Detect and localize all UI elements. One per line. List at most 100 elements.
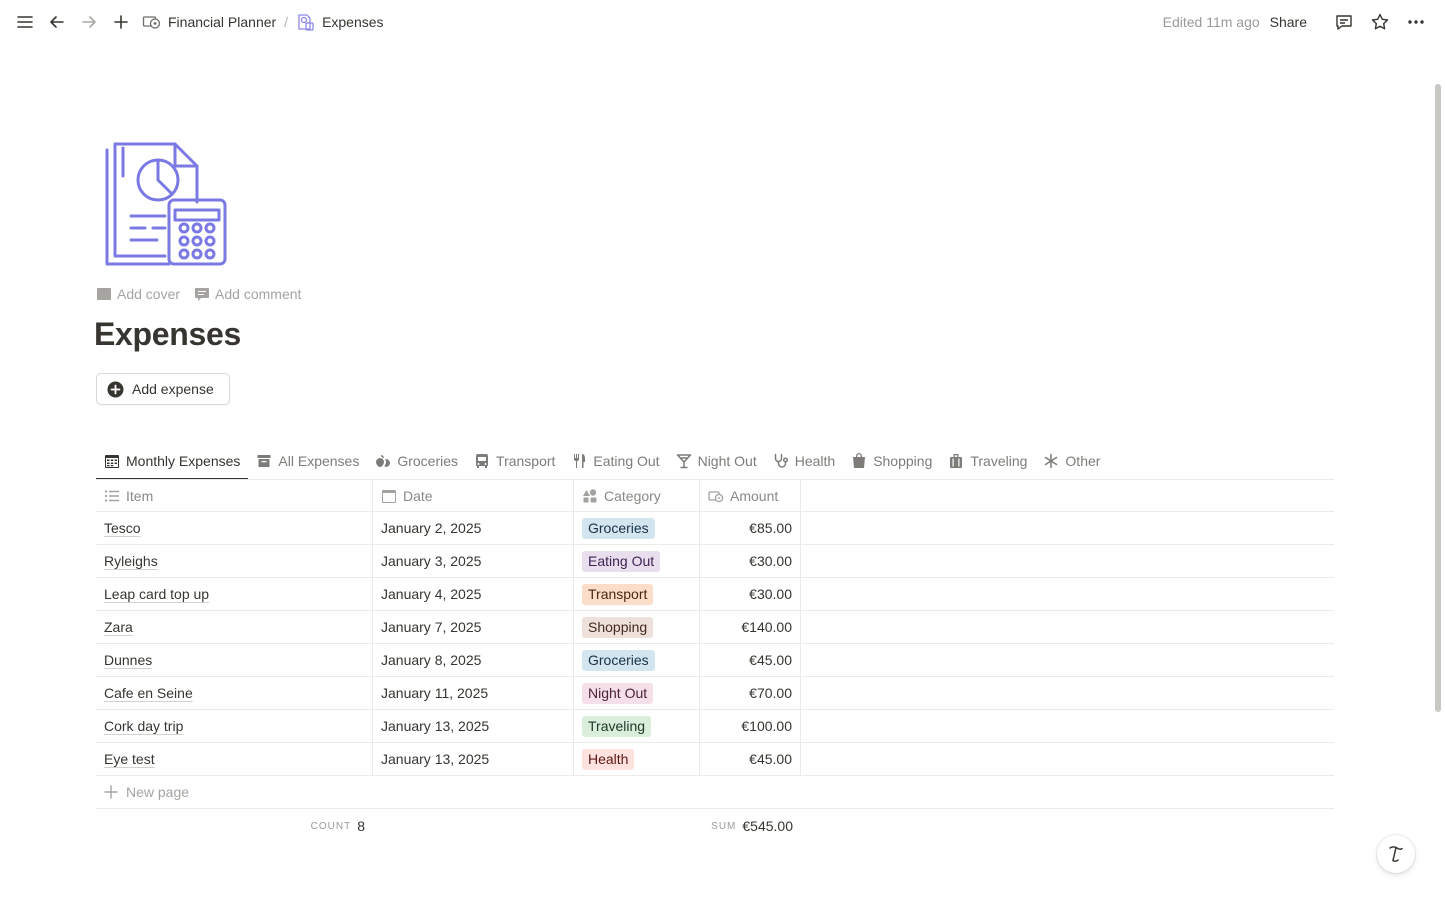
sum-summary[interactable]: SUM €545.00 <box>373 818 801 834</box>
date-cell[interactable]: January 13, 2025 <box>373 743 574 775</box>
more-options-icon[interactable] <box>1403 9 1429 35</box>
category-cell[interactable]: Eating Out <box>574 545 700 577</box>
category-cell[interactable]: Night Out <box>574 677 700 709</box>
archive-icon <box>257 455 271 467</box>
plus-icon[interactable] <box>108 9 134 35</box>
column-header-item[interactable]: Item <box>96 480 373 511</box>
table-row[interactable]: Dunnes January 8, 2025 Groceries €45.00 <box>96 644 1334 677</box>
column-header-date[interactable]: Date <box>373 480 574 511</box>
item-cell[interactable]: Cafe en Seine <box>96 677 373 709</box>
tab-groceries[interactable]: Groceries <box>367 443 466 479</box>
date-value: January 7, 2025 <box>381 619 482 635</box>
category-cell[interactable]: Groceries <box>574 512 700 544</box>
item-link[interactable]: Cafe en Seine <box>104 685 193 701</box>
item-link[interactable]: Cork day trip <box>104 718 183 734</box>
item-cell[interactable]: Leap card top up <box>96 578 373 610</box>
category-cell[interactable]: Shopping <box>574 611 700 643</box>
add-comment-label: Add comment <box>215 286 302 302</box>
column-header-category[interactable]: Category <box>574 480 700 511</box>
add-expense-label: Add expense <box>132 381 214 397</box>
item-link[interactable]: Leap card top up <box>104 586 209 602</box>
date-cell[interactable]: January 3, 2025 <box>373 545 574 577</box>
tab-traveling[interactable]: Traveling <box>940 443 1035 479</box>
table-row[interactable]: Eye test January 13, 2025 Health €45.00 <box>96 743 1334 776</box>
amount-cell[interactable]: €30.00 <box>700 545 801 577</box>
table-row[interactable]: Ryleighs January 3, 2025 Eating Out €30.00 <box>96 545 1334 578</box>
date-value: January 13, 2025 <box>381 718 490 734</box>
item-cell[interactable]: Dunnes <box>96 644 373 676</box>
tab-all-expenses[interactable]: All Expenses <box>248 443 367 479</box>
item-cell[interactable]: Ryleighs <box>96 545 373 577</box>
tab-health[interactable]: Health <box>765 443 843 479</box>
amount-value: €85.00 <box>749 520 792 536</box>
item-cell[interactable]: Eye test <box>96 743 373 775</box>
add-expense-button[interactable]: Add expense <box>96 373 230 405</box>
empty-cell <box>801 545 1334 577</box>
table-row[interactable]: Tesco January 2, 2025 Groceries €85.00 <box>96 512 1334 545</box>
category-cell[interactable]: Groceries <box>574 644 700 676</box>
page-title[interactable]: Expenses <box>94 316 241 353</box>
item-cell[interactable]: Cork day trip <box>96 710 373 742</box>
column-header-amount[interactable]: Amount <box>700 480 801 511</box>
item-cell[interactable]: Zara <box>96 611 373 643</box>
item-link[interactable]: Zara <box>104 619 133 635</box>
count-summary[interactable]: COUNT 8 <box>96 818 373 834</box>
amount-cell[interactable]: €140.00 <box>700 611 801 643</box>
category-cell[interactable]: Health <box>574 743 700 775</box>
date-cell[interactable]: January 11, 2025 <box>373 677 574 709</box>
table-row[interactable]: Cork day trip January 13, 2025 Traveling €1… <box>96 710 1334 743</box>
tab-transport[interactable]: Transport <box>466 443 563 479</box>
add-cover-button[interactable]: Add cover <box>96 286 180 302</box>
amount-cell[interactable]: €100.00 <box>700 710 801 742</box>
asterisk-icon <box>1045 453 1058 469</box>
breadcrumb-financial-planner[interactable]: Financial Planner <box>142 12 276 32</box>
amount-value: €30.00 <box>749 553 792 569</box>
back-arrow-icon[interactable] <box>44 9 70 35</box>
amount-cell[interactable]: €30.00 <box>700 578 801 610</box>
item-link[interactable]: Eye test <box>104 751 155 767</box>
tab-monthly-expenses[interactable]: Monthly Expenses <box>96 443 249 480</box>
amount-value: €140.00 <box>741 619 792 635</box>
date-cell[interactable]: January 7, 2025 <box>373 611 574 643</box>
forward-arrow-icon[interactable] <box>76 9 102 35</box>
amount-cell[interactable]: €85.00 <box>700 512 801 544</box>
item-link[interactable]: Dunnes <box>104 652 152 668</box>
tab-other[interactable]: Other <box>1035 443 1108 479</box>
scrollbar[interactable] <box>1435 84 1441 712</box>
new-page-button[interactable]: New page <box>96 776 1334 809</box>
comments-icon[interactable] <box>1331 9 1357 35</box>
breadcrumb-expenses[interactable]: Expenses <box>296 12 384 32</box>
item-link[interactable]: Ryleighs <box>104 553 158 569</box>
item-link[interactable]: Tesco <box>104 520 141 536</box>
tab-label: Night Out <box>697 453 757 469</box>
item-cell[interactable]: Tesco <box>96 512 373 544</box>
share-button[interactable]: Share <box>1270 14 1307 30</box>
amount-cell[interactable]: €45.00 <box>700 644 801 676</box>
star-icon[interactable] <box>1367 9 1393 35</box>
date-cell[interactable]: January 4, 2025 <box>373 578 574 610</box>
plus-icon <box>104 785 118 799</box>
suitcase-icon <box>950 454 963 468</box>
table-row[interactable]: Zara January 7, 2025 Shopping €140.00 <box>96 611 1334 644</box>
category-cell[interactable]: Transport <box>574 578 700 610</box>
amount-cell[interactable]: €70.00 <box>700 677 801 709</box>
tab-eating-out[interactable]: Eating Out <box>563 443 667 479</box>
tab-label: Groceries <box>397 453 459 469</box>
category-cell[interactable]: Traveling <box>574 710 700 742</box>
category-tag: Shopping <box>582 616 654 638</box>
add-comment-button[interactable]: Add comment <box>194 286 301 302</box>
date-cell[interactable]: January 8, 2025 <box>373 644 574 676</box>
help-button[interactable] <box>1377 835 1415 873</box>
tab-shopping[interactable]: Shopping <box>843 443 940 479</box>
report-calculator-icon[interactable] <box>103 140 229 268</box>
table-row[interactable]: Cafe en Seine January 11, 2025 Night Out €7… <box>96 677 1334 710</box>
breadcrumb-label: Financial Planner <box>168 14 277 30</box>
table-row[interactable]: Leap card top up January 4, 2025 Transport… <box>96 578 1334 611</box>
amount-cell[interactable]: €45.00 <box>700 743 801 775</box>
category-tag: Eating Out <box>582 550 661 572</box>
view-tabs: Monthly Expenses All Expenses Groceries … <box>96 443 1108 480</box>
date-cell[interactable]: January 13, 2025 <box>373 710 574 742</box>
date-cell[interactable]: January 2, 2025 <box>373 512 574 544</box>
tab-night-out[interactable]: Night Out <box>668 443 765 479</box>
menu-icon[interactable] <box>12 9 38 35</box>
